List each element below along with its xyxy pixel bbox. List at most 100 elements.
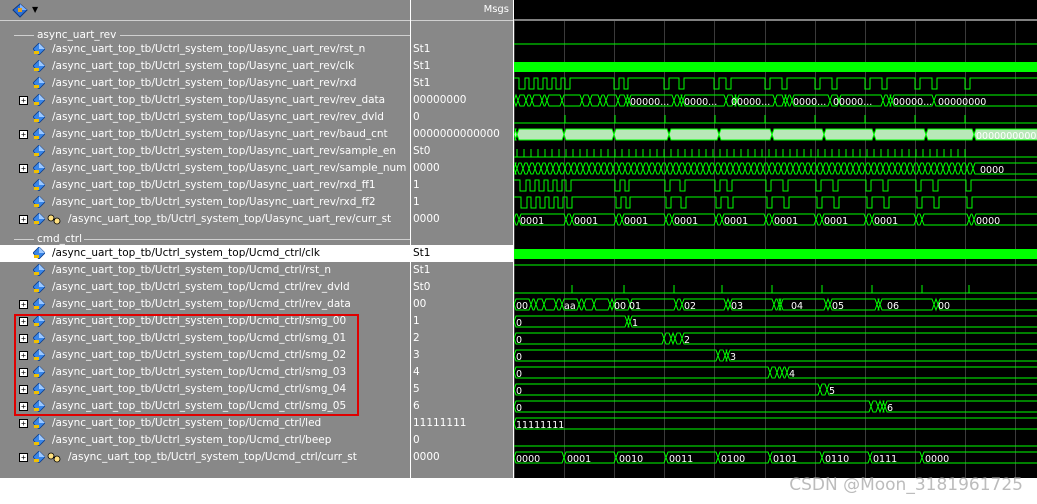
uart-curr-st-wave-label: 0001 [624,216,648,227]
waveform-pane[interactable]: 00000... 0000... 00000... 0000... 00000... 00… [514,0,1037,478]
sample-num-wave-segment [534,162,542,175]
sample-num-wave-segment [840,162,848,175]
cmd-rev-data-wave-segment [543,298,557,311]
sample-num-wave-segment [744,162,752,175]
signal-path: /async_uart_top_tb/Uctrl_system_top/Ucmd… [52,281,350,293]
signal-path: /async_uart_top_tb/Uctrl_system_top/Uasy… [68,213,392,225]
signal-value: 3 [413,349,420,361]
expand-toggle-icon[interactable]: + [19,300,28,309]
smg-03-wave-segment [786,366,1037,379]
smg-01-wave-label: 0 [516,335,522,346]
signal-row[interactable]: /async_uart_top_tb/Uctrl_system_top/Uasy… [0,41,410,58]
uart-curr-st-wave-label: 0001 [874,216,898,227]
sample-num-wave-segment [630,162,638,175]
signal-path: /async_uart_top_tb/Uctrl_system_top/Uasy… [52,77,357,89]
signal-value: 00 [413,298,427,310]
rev-data-wave-label: 00000... [893,97,932,108]
wave-window-icon[interactable] [12,3,28,18]
signal-row[interactable]: /async_uart_top_tb/Uctrl_system_top/Uasy… [0,177,410,194]
sample-num-wave-segment [858,162,866,175]
signal-value: 0 [413,434,420,446]
cmd-rev-data-wave-label: aa [564,301,576,312]
baud-cnt-wave-segment [563,128,615,141]
cmd-rev-data-wave-segment [825,297,831,312]
sample-num-wave-segment [720,162,728,175]
signal-row[interactable]: /async_uart_top_tb/Uctrl_system_top/Uasy… [0,143,410,160]
signal-icon [33,281,45,293]
rev-data-wave-label: 00000... [731,97,770,108]
divider-line [84,239,410,240]
cmd-curr-st-wave-label: 0110 [825,454,849,465]
sample-num-wave-segment [702,162,710,175]
chevron-down-icon[interactable]: ▼ [32,5,38,14]
sample-num-wave-segment [894,162,902,175]
signal-row[interactable]: /async_uart_top_tb/Uctrl_system_top/Uasy… [0,75,410,92]
smg-05-wave-segment [514,400,872,413]
uart-curr-st-wave-segment [815,213,823,226]
signal-row[interactable]: /async_uart_top_tb/Uctrl_system_top/Ucmd… [0,279,410,296]
baud-cnt-wave-label: 0000000000000 [976,131,1037,142]
sample-num-wave-segment [582,162,590,175]
sample-num-wave-segment [672,162,680,175]
signal-row[interactable]: + /async_uart_top_tb/Uctrl_system_top/Uas… [0,92,410,109]
sample-num-wave-segment [756,162,764,175]
signal-row[interactable]: /async_uart_top_tb/Uctrl_system_top/Uasy… [0,109,410,126]
waveform-canvas[interactable]: 00000... 0000... 00000... 0000... 00000... 00… [514,0,1037,478]
sample-num-wave-segment [888,162,896,175]
smg-04-wave-label: 5 [829,386,835,397]
sample-num-wave-segment [936,162,944,175]
signal-path: /async_uart_top_tb/Uctrl_system_top/Uasy… [52,179,376,191]
baud-cnt-wave-segment [925,128,975,141]
sample-num-wave-segment [792,162,800,175]
signal-row[interactable]: + /async_uart_top_tb/Uctrl_system_top/Ucm… [0,296,410,313]
rxd-ff1-wave [514,179,1037,192]
rev-data-wave-segment [525,94,533,107]
signal-value: 0000 [413,451,440,463]
expand-toggle-icon[interactable]: + [19,130,28,139]
divider-line [120,35,410,36]
smg-04-wave-segment [514,383,821,396]
sample-num-wave-segment [642,162,650,175]
signal-row[interactable]: + /async_uart_top_tb/Uctrl_system_top/Ucm… [0,415,410,432]
cmd-rev-data-wave-segment [583,298,595,311]
signal-icon [33,162,45,174]
cmd-curr-st-wave-label: 0010 [619,454,643,465]
sample-num-wave-segment [588,162,596,175]
signal-value: St1 [413,60,431,72]
signal-row[interactable]: /async_uart_top_tb/Uctrl_system_top/Uasy… [0,58,410,75]
signal-value: 4 [413,366,420,378]
sample-num-wave-segment [966,162,974,175]
rev-data-wave-label: 00000000 [938,97,986,108]
cmd-clk-wave [514,249,1037,259]
signal-row[interactable]: /async_uart_top_tb/Uctrl_system_top/Ucmd… [0,432,410,449]
signal-row[interactable]: + /async_uart_top_tb/Uctrl_system_top/Uas… [0,126,410,143]
expand-toggle-icon[interactable]: + [19,453,28,462]
sample-num-wave-segment [846,162,854,175]
expand-toggle-icon[interactable]: + [19,215,28,224]
expand-toggle-icon[interactable]: + [19,96,28,105]
sample-num-wave-segment [624,162,632,175]
signal-row[interactable]: + /async_uart_top_tb/Uctrl_system_top/Uas… [0,160,410,177]
signal-row[interactable]: + /async_uart_top_tb/Uctrl_system_top/Uas… [0,211,410,228]
signal-icon [33,94,45,106]
sample-num-wave-segment [552,162,560,175]
smg-00-wave-label: 1 [632,318,638,329]
sample-num-wave-segment [516,162,524,175]
group-divider[interactable]: cmd_ctrl [0,232,410,246]
rev-data-wave-segment [541,94,548,107]
group-divider[interactable]: async_uart_rev [0,28,410,42]
cmd-rev-data-wave-label: 00 [938,301,950,312]
expand-toggle-icon[interactable]: + [19,164,28,173]
signal-path: /async_uart_top_tb/Uctrl_system_top/Uasy… [52,145,396,157]
expand-toggle-icon[interactable]: + [19,419,28,428]
sample-num-wave-segment [942,162,950,175]
signal-row[interactable]: /async_uart_top_tb/Uctrl_system_top/Ucmd… [0,245,410,262]
sample-num-wave-segment [876,162,884,175]
signal-row[interactable]: /async_uart_top_tb/Uctrl_system_top/Ucmd… [0,262,410,279]
signal-path: /async_uart_top_tb/Uctrl_system_top/Uasy… [52,162,407,174]
signal-row[interactable]: + /async_uart_top_tb/Uctrl_system_top/Ucm… [0,449,410,466]
signal-row[interactable]: /async_uart_top_tb/Uctrl_system_top/Uasy… [0,194,410,211]
smg-02-wave-segment [514,349,719,362]
cmd-rev-data-wave-label: 05 [832,301,844,312]
sample-num-wave-segment [822,162,830,175]
